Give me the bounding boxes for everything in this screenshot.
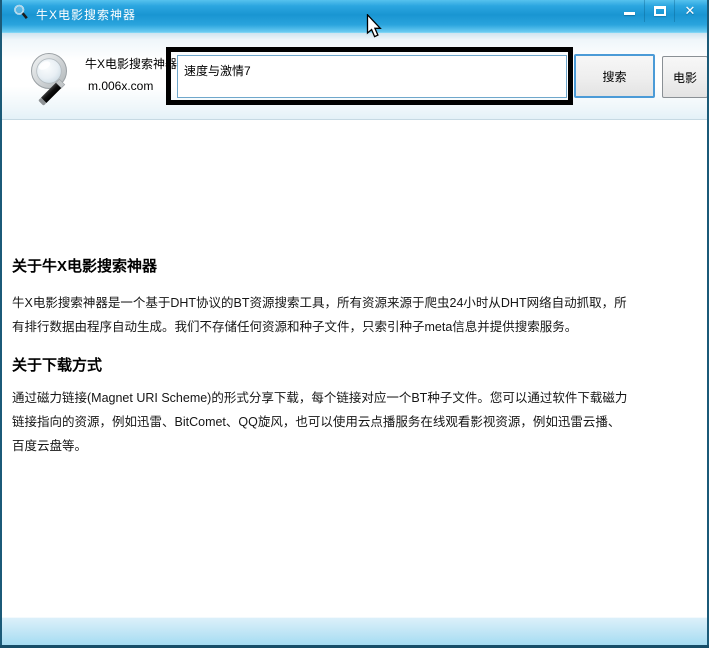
app-logo-magnifier-icon — [31, 53, 67, 106]
about-section-heading: 关于牛X电影搜索神器 — [12, 258, 158, 275]
maximize-icon — [653, 6, 666, 16]
minimize-icon — [624, 11, 635, 15]
close-button[interactable]: ✕ — [675, 0, 705, 22]
minimize-button[interactable] — [615, 0, 645, 22]
main-content: 关于牛X电影搜索神器 牛X电影搜索神器是一个基于DHT协议的BT资源搜索工具，所… — [2, 120, 707, 617]
movie-button[interactable]: 电影 — [662, 56, 708, 98]
app-name: 牛X电影搜索神器 — [85, 57, 178, 71]
search-button[interactable]: 搜索 — [574, 54, 655, 98]
download-section-body: 通过磁力链接(Magnet URI Scheme)的形式分享下载，每个链接对应一… — [12, 391, 628, 453]
movie-button-label: 电影 — [672, 70, 697, 85]
window-controls: ✕ — [615, 0, 705, 24]
app-url: m.006x.com — [88, 79, 154, 93]
mouse-cursor-icon — [366, 14, 382, 38]
search-button-label: 搜索 — [602, 69, 627, 84]
search-input[interactable] — [177, 55, 567, 98]
window-border-left — [0, 0, 2, 648]
titlebar: 牛X电影搜索神器 ✕ — [0, 0, 709, 33]
titlebar-magnifier-icon — [14, 4, 28, 20]
about-section-body: 牛X电影搜索神器是一个基于DHT协议的BT资源搜索工具，所有资源来源于爬虫24小… — [12, 296, 627, 334]
close-icon: ✕ — [684, 3, 696, 18]
maximize-button[interactable] — [645, 0, 675, 22]
download-section-heading: 关于下载方式 — [12, 357, 103, 374]
statusbar — [2, 617, 707, 645]
window-title: 牛X电影搜索神器 — [36, 8, 137, 22]
search-header: 牛X电影搜索神器 m.006x.com 搜索 电影 — [2, 33, 708, 120]
app-window: 牛X电影搜索神器 ✕ 牛X电影搜索神器 m.006x.com 速度与激情7 搜索… — [0, 0, 709, 648]
